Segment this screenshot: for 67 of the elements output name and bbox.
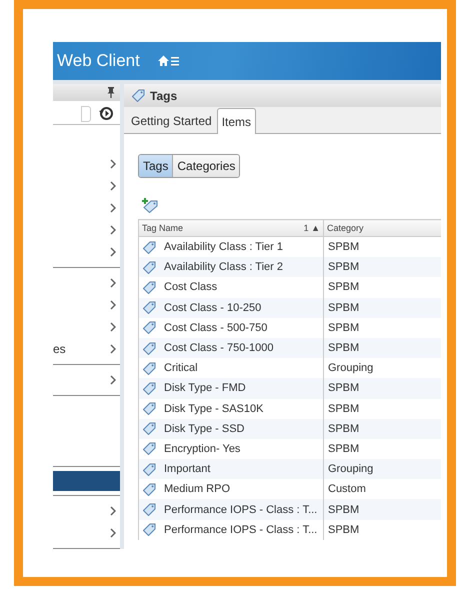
tag-name-cell: Disk Type - FMD — [138, 378, 324, 398]
category-cell: SPBM — [324, 277, 441, 298]
category-cell: SPBM — [324, 298, 441, 318]
tag-name-cell: Cost Class - 750-1000 — [138, 338, 324, 358]
forward-button[interactable] — [81, 106, 91, 122]
tag-icon — [143, 321, 156, 334]
chevron-right-icon — [110, 300, 116, 310]
chevron-right-icon — [110, 225, 116, 235]
chevron-right-icon — [110, 344, 116, 354]
panel-title: Tags — [150, 88, 178, 102]
tag-icon — [143, 422, 156, 436]
chevron-right-icon — [110, 528, 116, 538]
tag-name-cell: Cost Class - 10-250 — [138, 298, 324, 318]
tag-icon — [143, 280, 156, 294]
pin-icon[interactable] — [107, 87, 115, 98]
add-tag-icon[interactable] — [142, 198, 158, 213]
tag-icon — [143, 382, 156, 395]
navigator-item-label: es — [53, 342, 66, 356]
category-cell: SPBM — [324, 257, 441, 278]
chevron-right-icon — [110, 506, 116, 516]
tag-name-cell: Performance IOPS - Class : T... — [138, 499, 324, 520]
app-title: Web Client — [57, 51, 140, 71]
navigator-item[interactable] — [53, 471, 120, 491]
tag-icon — [143, 240, 156, 254]
category-cell: SPBM — [324, 398, 441, 419]
chevron-right-icon — [110, 278, 116, 288]
tag-icon — [143, 482, 156, 496]
chevron-right-icon — [110, 375, 116, 385]
toggle-button[interactable]: Tags — [139, 155, 172, 177]
tag-name-cell: Important — [138, 459, 324, 480]
category-cell: SPBM — [324, 499, 441, 520]
tag-icon — [143, 523, 156, 536]
tag-icon — [143, 362, 156, 375]
chevron-right-icon — [110, 181, 116, 191]
toggle-button[interactable]: Categories — [172, 155, 240, 177]
tag-name-cell: Availability Class : Tier 2 — [138, 257, 324, 278]
tag-icon — [143, 503, 156, 516]
category-cell: Custom — [324, 479, 441, 500]
tab[interactable]: Getting Started — [126, 108, 217, 133]
tag-icon — [143, 442, 156, 456]
category-cell: SPBM — [324, 236, 441, 258]
history-icon[interactable] — [99, 106, 114, 122]
column-header[interactable]: Tag Name 1 ▲ — [138, 220, 324, 236]
category-cell: SPBM — [324, 378, 441, 398]
chevron-right-icon — [110, 247, 116, 257]
navigator-item[interactable]: es — [53, 338, 120, 360]
chevron-right-icon — [110, 203, 116, 213]
tag-name-cell: Performance IOPS - Class : T... — [138, 520, 324, 540]
tag-icon — [143, 342, 156, 355]
tag-icon — [143, 462, 156, 476]
category-cell: Grouping — [324, 459, 441, 480]
category-cell: SPBM — [324, 520, 441, 540]
category-cell: SPBM — [324, 338, 441, 358]
tag-icon — [143, 301, 156, 314]
tab[interactable]: Items — [216, 108, 256, 134]
category-cell: SPBM — [324, 438, 441, 460]
column-header[interactable]: Category — [324, 220, 441, 236]
home-menu-icon[interactable] — [158, 55, 180, 67]
chevron-right-icon — [110, 159, 116, 169]
category-cell: Grouping — [324, 358, 441, 378]
category-cell: SPBM — [324, 418, 441, 439]
category-cell: SPBM — [324, 318, 441, 338]
chevron-right-icon — [110, 322, 116, 332]
tag-name-cell: Disk Type - SSD — [138, 418, 324, 439]
tag-icon — [143, 402, 156, 416]
tag-icon — [132, 89, 145, 102]
tag-icon — [143, 260, 156, 274]
